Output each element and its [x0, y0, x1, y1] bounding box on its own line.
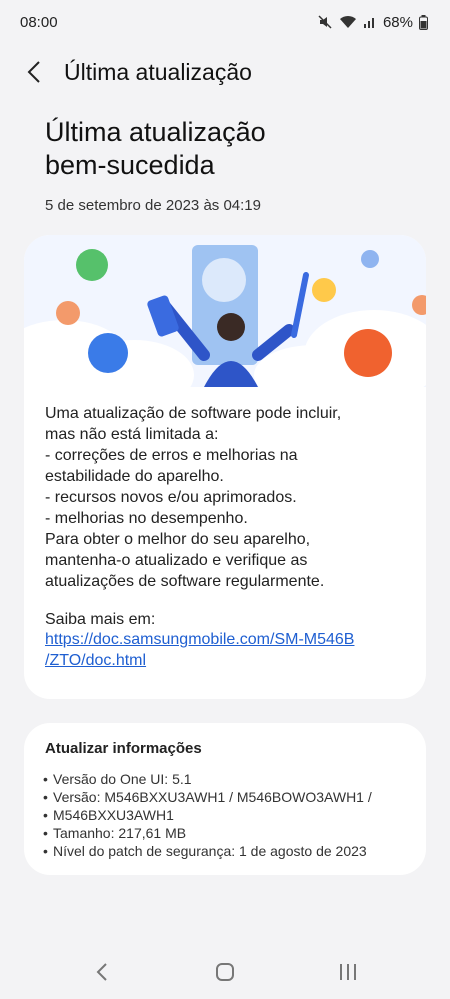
description-line: estabilidade do aparelho.: [45, 468, 224, 485]
navigation-bar: [0, 945, 450, 999]
battery-percentage: 68%: [382, 13, 413, 31]
page-title-line1: Última atualização: [45, 117, 266, 147]
update-info-item: Tamanho: 217,61 MB: [43, 824, 423, 842]
app-bar: Última atualização: [0, 48, 450, 96]
mute-icon: [317, 14, 333, 30]
description-line: atualizações de software regularmente.: [45, 573, 325, 590]
nav-back-button[interactable]: [72, 950, 132, 994]
chevron-left-icon: [96, 963, 107, 981]
update-info-heading: Atualizar informações: [45, 740, 202, 757]
page-title: Última atualização bem-sucedida: [45, 116, 415, 182]
back-arrow-icon: [27, 61, 40, 83]
status-time: 08:00: [20, 13, 58, 31]
update-info-item: Versão: M546BXXU3AWH1 / M546BOWO3AWH1 /: [43, 788, 423, 806]
recents-icon: [340, 964, 357, 980]
update-info-list: Versão do One UI: 5.1 Versão: M546BXXU3A…: [43, 770, 423, 860]
back-button[interactable]: [12, 50, 56, 94]
description-line: Uma atualização de software pode incluir…: [45, 405, 342, 422]
battery-icon: [419, 14, 428, 30]
app-bar-title: Última atualização: [64, 58, 252, 85]
link-line2[interactable]: /ZTO/doc.html: [45, 650, 405, 671]
update-illustration: [24, 235, 426, 410]
nav-home-button[interactable]: [195, 950, 255, 994]
update-info-item: Versão do One UI: 5.1: [43, 770, 423, 788]
description-line: - recursos novos e/ou aprimorados.: [45, 489, 297, 506]
info-card: Uma atualização de software pode incluir…: [24, 235, 426, 699]
description-line: Para obter o melhor do seu aparelho,: [45, 531, 311, 548]
learn-more-label: Saiba mais em:: [45, 611, 156, 628]
page-title-line2: bem-sucedida: [45, 150, 215, 180]
home-icon: [215, 963, 234, 981]
update-info-item: Nível do patch de segurança: 1 de agosto…: [43, 842, 423, 860]
link-line1[interactable]: https://doc.samsungmobile.com/SM-M546B: [45, 629, 405, 650]
update-description: Uma atualização de software pode incluir…: [45, 403, 415, 592]
wifi-icon: [339, 14, 357, 30]
description-line: mantenha-o atualizado e verifique as: [45, 552, 308, 569]
update-info-item: M546BXXU3AWH1: [43, 806, 423, 824]
description-line: - correções de erros e melhorias na: [45, 447, 298, 464]
description-line: mas não está limitada a:: [45, 426, 219, 443]
documentation-link[interactable]: https://doc.samsungmobile.com/SM-M546B /…: [45, 629, 405, 671]
status-icons: 68%: [317, 14, 428, 31]
nav-recents-button[interactable]: [318, 950, 378, 994]
signal-icon: [363, 15, 377, 29]
update-date: 5 de setembro de 2023 às 04:19: [45, 197, 261, 214]
description-line: - melhorias no desempenho.: [45, 510, 248, 527]
update-info-card: Atualizar informações Versão do One UI: …: [24, 723, 426, 875]
status-bar: 08:00 68%: [0, 0, 450, 44]
